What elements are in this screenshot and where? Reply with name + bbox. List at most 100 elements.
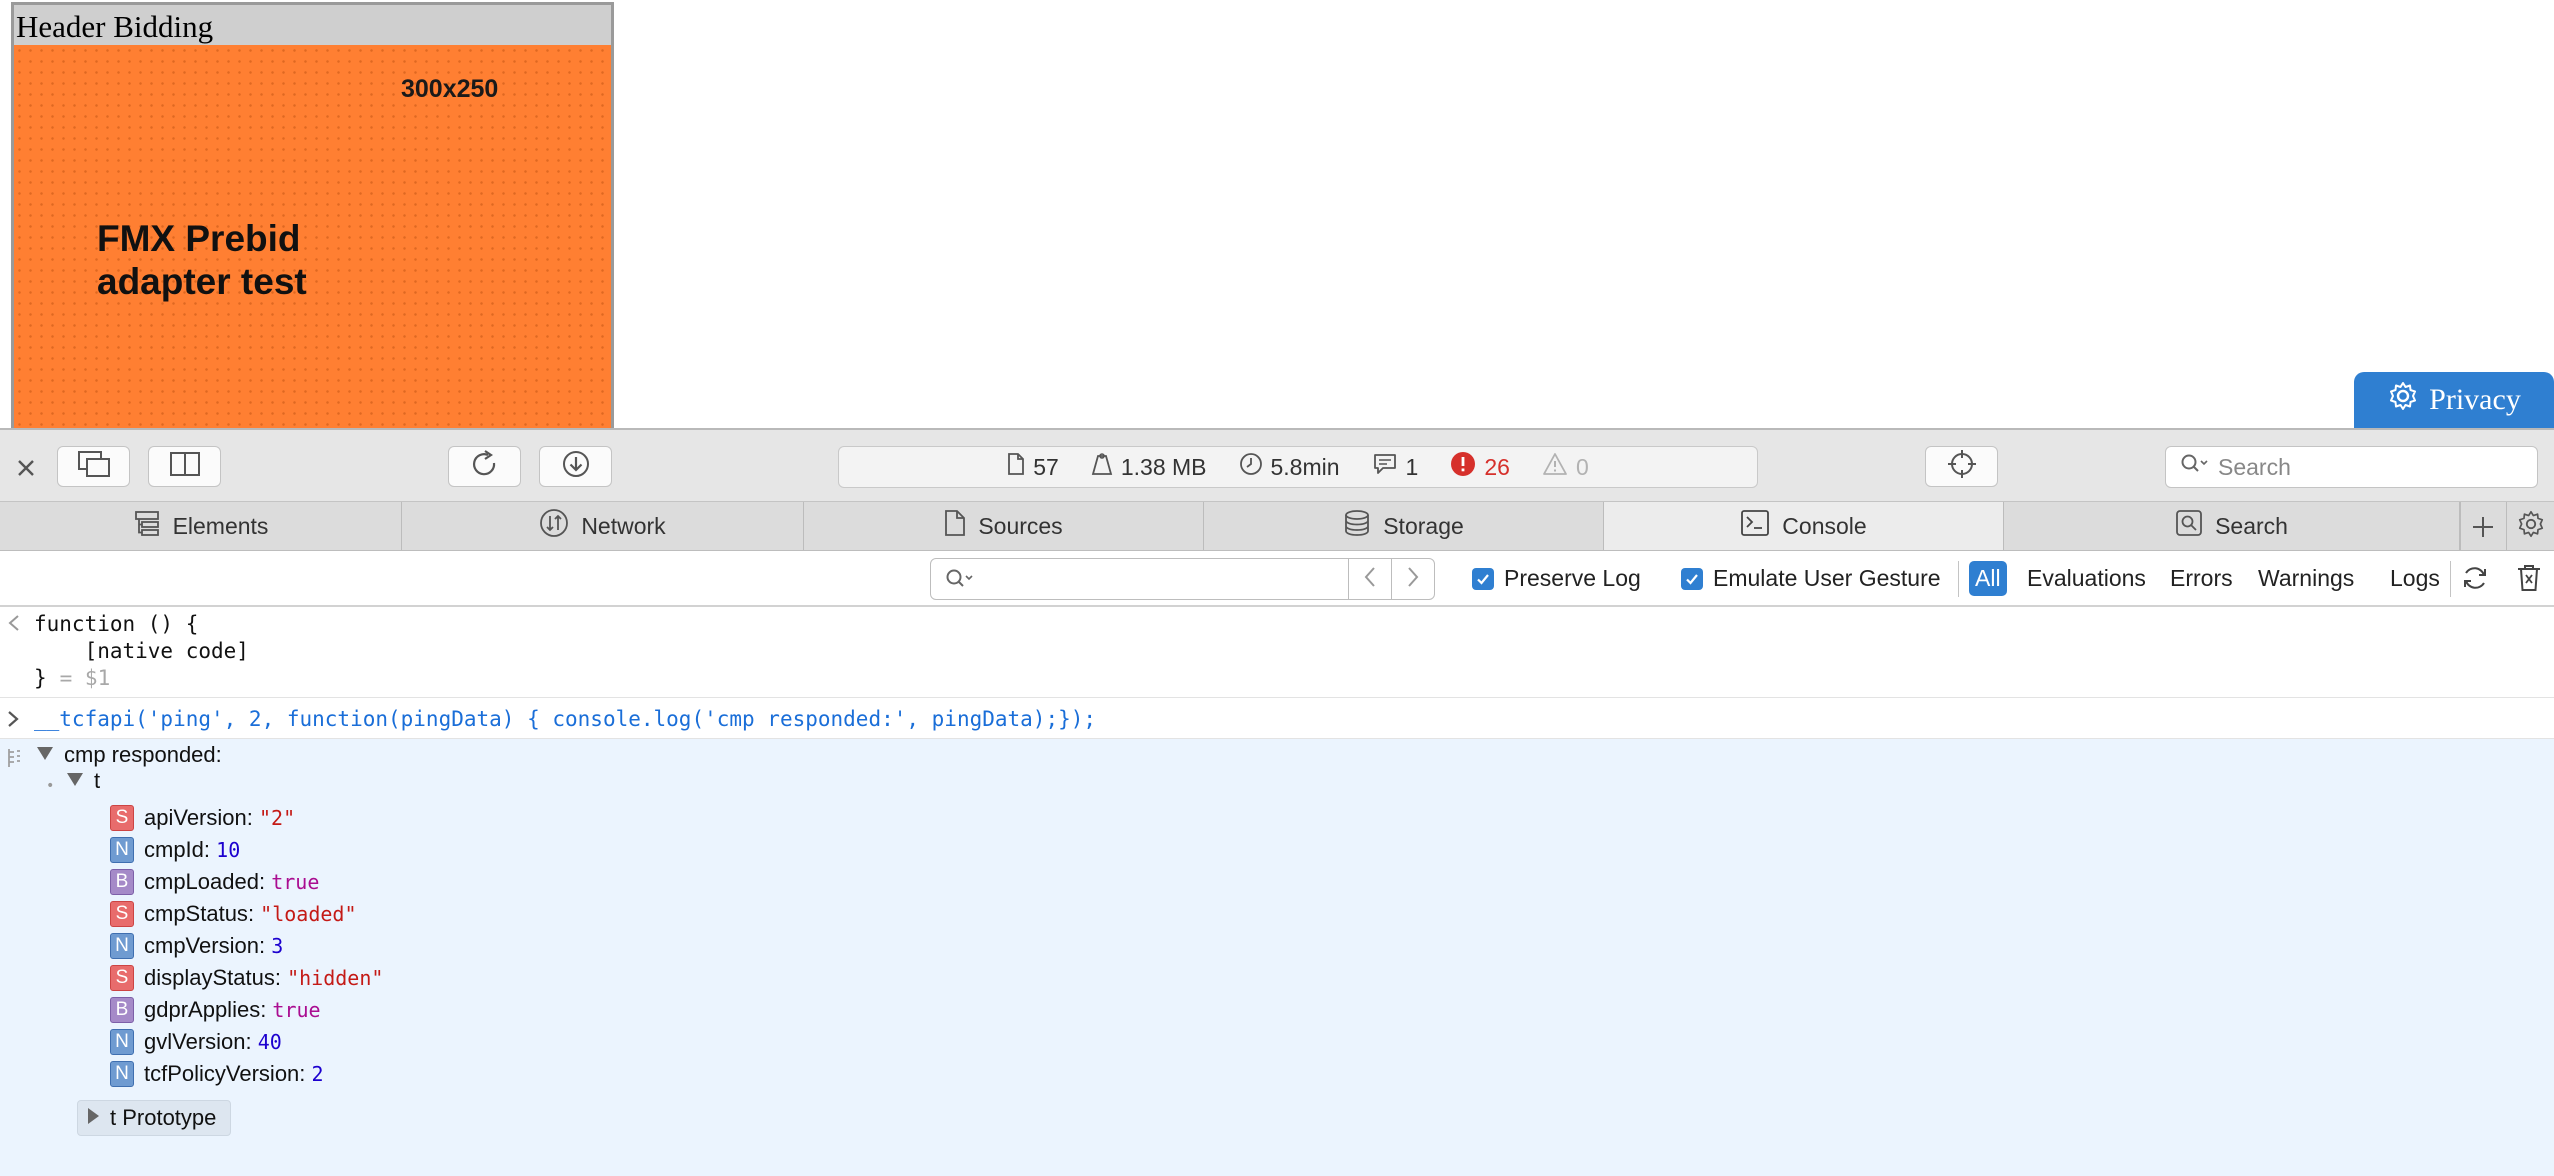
filter-all[interactable]: All — [1969, 561, 2007, 596]
console-command-entry: __tcfapi('ping', 2, function(pingData) {… — [0, 698, 2554, 739]
filter-errors[interactable]: Errors — [2164, 561, 2239, 596]
property-row[interactable]: S apiVersion: "2" — [110, 803, 295, 833]
property-value: true — [272, 998, 321, 1022]
download-archive-button[interactable] — [539, 446, 612, 487]
console-filter-bar: Preserve Log Emulate User Gesture All Ev… — [0, 551, 2554, 607]
detach-window-button[interactable] — [57, 446, 130, 487]
log-group-toggle[interactable]: cmp responded: — [36, 742, 222, 768]
tab-storage[interactable]: Storage — [1204, 502, 1604, 550]
preserve-log-checkbox[interactable]: Preserve Log — [1472, 565, 1641, 592]
property-key: cmpId — [144, 837, 204, 862]
privacy-label: Privacy — [2429, 383, 2521, 416]
property-key: cmpLoaded — [144, 869, 259, 894]
filter-evaluations[interactable]: Evaluations — [2021, 561, 2152, 596]
number-type-icon: N — [110, 1029, 134, 1055]
search-icon — [2180, 453, 2210, 481]
load-time: 5.8min — [1239, 452, 1340, 482]
warning-icon — [1542, 452, 1568, 482]
elements-icon — [133, 509, 161, 543]
ad-creative[interactable]: 300x250 FMX Prebid adapter test — [14, 45, 611, 428]
refresh-icon — [2460, 563, 2490, 598]
devtools-toolbar: 57 1.38 MB 5.8min 1 26 0 Search — [0, 428, 2554, 502]
tree-dot: • — [46, 778, 55, 794]
property-row[interactable]: S cmpStatus: "loaded" — [110, 899, 357, 929]
property-row[interactable]: B gdprApplies: true — [110, 995, 321, 1025]
emulate-user-gesture-checkbox[interactable]: Emulate User Gesture — [1681, 565, 1941, 592]
property-row[interactable]: S displayStatus: "hidden" — [110, 963, 383, 993]
string-type-icon: S — [110, 965, 134, 991]
resource-size: 1.38 MB — [1091, 452, 1207, 482]
add-tab-button[interactable] — [2460, 502, 2505, 550]
property-value: "hidden" — [287, 966, 384, 990]
console-output[interactable]: function () { [native code] } = $1 __tcf… — [0, 607, 2554, 1176]
clear-on-reload-button[interactable] — [2458, 563, 2492, 597]
weight-icon — [1091, 452, 1113, 482]
resource-count: 57 — [1007, 452, 1059, 482]
sources-icon — [944, 509, 966, 543]
ad-size-label: 300x250 — [401, 75, 499, 103]
log-icon — [6, 747, 22, 773]
property-row[interactable]: N gvlVersion: 40 — [110, 1027, 282, 1057]
console-result-entry: function () { [native code] } = $1 — [0, 607, 2554, 698]
storage-icon — [1343, 509, 1371, 543]
disclosure-down-icon — [66, 771, 84, 791]
console-filter-input[interactable] — [931, 560, 1348, 598]
previous-match-button[interactable] — [1348, 559, 1391, 599]
reload-icon — [470, 449, 500, 484]
property-row[interactable]: N cmpVersion: 3 — [110, 931, 283, 961]
boolean-type-icon: B — [110, 869, 134, 895]
property-value: 10 — [216, 838, 241, 862]
property-value: true — [271, 870, 320, 894]
code-line: function () { — [34, 612, 199, 636]
close-icon[interactable] — [12, 454, 40, 482]
tab-network[interactable]: Network — [402, 502, 804, 550]
saved-result-ref: = $1 — [47, 666, 111, 690]
search-icon — [2175, 509, 2203, 543]
inspect-element-button[interactable] — [1925, 446, 1998, 487]
message-count: 1 — [1372, 452, 1418, 482]
dashboard-stats[interactable]: 57 1.38 MB 5.8min 1 26 0 — [838, 446, 1758, 488]
ad-title: FMX Prebid adapter test — [97, 218, 307, 302]
property-row[interactable]: N cmpId: 10 — [110, 835, 240, 865]
property-row[interactable]: B cmpLoaded: true — [110, 867, 319, 897]
gear-icon — [2387, 380, 2419, 420]
property-key: tcfPolicyVersion — [144, 1061, 300, 1086]
property-row[interactable]: N tcfPolicyVersion: 2 — [110, 1059, 324, 1089]
document-icon — [1007, 452, 1025, 482]
tab-sources[interactable]: Sources — [804, 502, 1204, 550]
property-value: 2 — [311, 1062, 324, 1086]
checkmark-icon — [1472, 567, 1494, 590]
toolbar-search-placeholder: Search — [2218, 453, 2291, 480]
dock-side-button[interactable] — [148, 446, 221, 487]
devtools-tab-bar: Elements Network Sources Storage Console… — [0, 502, 2554, 551]
console-log-entry: cmp responded: • t S apiVersion: "2" N c… — [0, 739, 2554, 1176]
next-match-button[interactable] — [1391, 559, 1434, 599]
console-icon — [1740, 509, 1770, 543]
detach-icon — [77, 450, 111, 483]
code-line: [native code] — [34, 639, 249, 663]
object-toggle[interactable]: t — [66, 768, 100, 794]
gear-icon — [2516, 509, 2546, 544]
privacy-button[interactable]: Privacy — [2354, 372, 2554, 428]
ad-frame: Header Bidding 300x250 FMX Prebid adapte… — [11, 2, 614, 428]
log-label: cmp responded: — [64, 742, 222, 767]
clear-console-button[interactable] — [2512, 563, 2546, 597]
property-value: 40 — [257, 1030, 282, 1054]
tab-console[interactable]: Console — [1604, 502, 2004, 550]
settings-button[interactable] — [2506, 502, 2554, 550]
filter-logs[interactable]: Logs — [2384, 561, 2446, 596]
property-value: 3 — [271, 934, 284, 958]
trash-icon — [2516, 563, 2542, 598]
prototype-toggle[interactable]: t Prototype — [77, 1100, 232, 1136]
string-type-icon: S — [110, 901, 134, 927]
property-key: cmpVersion — [144, 933, 259, 958]
number-type-icon: N — [110, 1061, 134, 1087]
clock-icon — [1239, 452, 1263, 482]
ad-header: Header Bidding — [14, 5, 611, 45]
toolbar-search[interactable]: Search — [2165, 446, 2538, 488]
tab-elements[interactable]: Elements — [0, 502, 402, 550]
tab-search[interactable]: Search — [2004, 502, 2460, 550]
filter-warnings[interactable]: Warnings — [2252, 561, 2360, 596]
warning-count: 0 — [1542, 452, 1589, 482]
reload-button[interactable] — [448, 446, 521, 487]
